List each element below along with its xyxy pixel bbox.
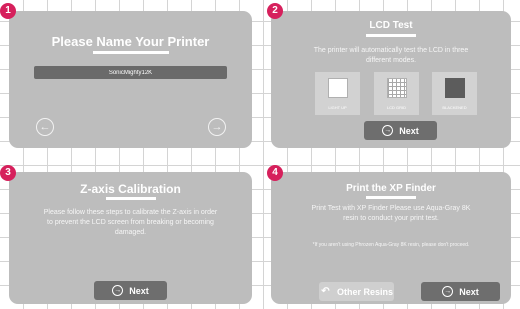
arrow-right-circle-icon[interactable]: →: [208, 118, 226, 136]
lcd-mode-light-up[interactable]: LIGHT UP: [315, 72, 360, 115]
next-button[interactable]: → Next: [94, 281, 167, 300]
other-resins-button[interactable]: ↶ Other Resins: [319, 282, 394, 301]
resin-warning-note: *If you aren't using Phrozen Aqua-Gray 8…: [312, 242, 470, 248]
button-label: Next: [399, 125, 419, 136]
step-number-badge: 3: [0, 165, 16, 181]
title-underline: [92, 51, 169, 54]
next-button[interactable]: → Next: [364, 121, 437, 140]
button-label: Next: [129, 285, 149, 296]
panel-title: LCD Test: [369, 20, 413, 31]
mode-label: LIGHT UP: [328, 105, 347, 110]
z-axis-calibration-panel: Z-axis Calibration Please follow these s…: [9, 172, 252, 304]
white-square-icon: [328, 78, 348, 98]
title-underline: [366, 34, 416, 37]
black-square-icon: [445, 78, 465, 98]
step-number-badge: 4: [267, 165, 283, 181]
panel-title: Please Name Your Printer: [51, 34, 210, 49]
panel-title: Z-axis Calibration: [80, 182, 181, 196]
step-number-badge: 1: [0, 3, 16, 19]
arrow-left-circle-icon[interactable]: ←: [36, 118, 54, 136]
panel-description: The printer will automatically test the …: [313, 47, 469, 64]
print-xp-finder-panel: Print the XP Finder Print Test with XP F…: [271, 172, 511, 304]
button-label: Other Resins: [336, 286, 394, 297]
arrow-right-circle-icon: →: [382, 125, 394, 136]
lcd-mode-blackened[interactable]: BLACKENED: [432, 72, 477, 115]
printer-name-input[interactable]: [34, 66, 227, 79]
undo-arrow-icon: ↶: [321, 286, 330, 297]
mode-label: BLACKENED: [442, 105, 467, 110]
panel-description: Please follow these steps to calibrate t…: [43, 209, 218, 236]
next-button[interactable]: → Next: [421, 282, 500, 301]
lcd-mode-grid[interactable]: LCD GRID: [374, 72, 419, 115]
grid-icon: [387, 78, 407, 98]
lcd-test-panel: LCD Test The printer will automatically …: [271, 11, 511, 148]
arrow-right-circle-icon: →: [442, 286, 454, 297]
title-underline: [105, 197, 156, 200]
name-printer-panel: Please Name Your Printer ← →: [9, 11, 252, 148]
title-underline: [366, 196, 416, 199]
panel-title: Print the XP Finder: [346, 183, 436, 194]
step-number-badge: 2: [267, 3, 283, 19]
mode-label: LCD GRID: [386, 105, 407, 110]
panel-description: Print Test with XP Finder Please use Aqu…: [311, 205, 471, 222]
arrow-right-circle-icon: →: [112, 285, 124, 296]
button-label: Next: [459, 286, 479, 297]
